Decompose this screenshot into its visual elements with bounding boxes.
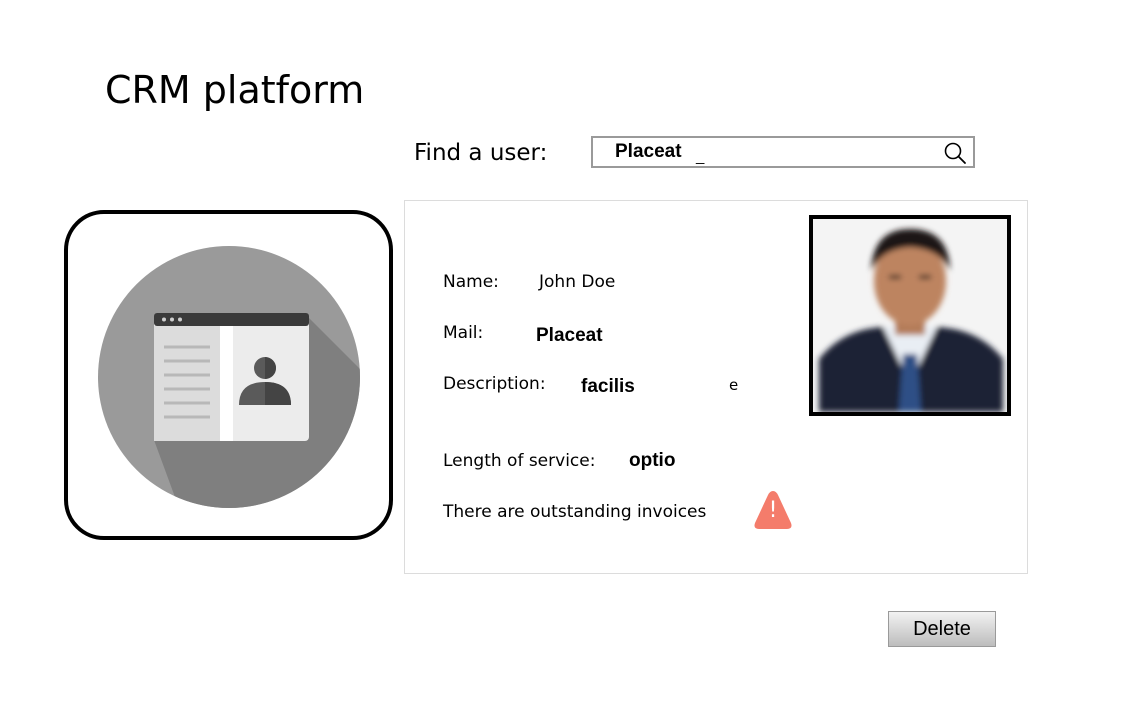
warning-glyph: ! (768, 498, 778, 523)
delete-button[interactable]: Delete (888, 611, 996, 647)
search-icon[interactable] (943, 141, 967, 165)
mail-label: Mail: (443, 323, 484, 343)
service-value: optio (629, 450, 676, 471)
service-label: Length of service: (443, 451, 596, 471)
name-label: Name: (443, 272, 499, 292)
contact-card-icon (98, 246, 360, 508)
search-value: Placeat (615, 141, 682, 162)
name-value: John Doe (539, 272, 616, 292)
user-profile-card: Name: John Doe Mail: Placeat Description… (404, 200, 1028, 574)
invoice-notice: There are outstanding invoices (443, 502, 707, 522)
description-trailing-text: e (729, 376, 739, 394)
description-value: facilis (581, 376, 635, 397)
app-icon-frame (64, 210, 393, 540)
user-photo (809, 215, 1011, 416)
text-cursor: _ (696, 148, 705, 165)
user-search-input[interactable]: Placeat _ (591, 136, 975, 168)
description-label: Description: (443, 374, 546, 394)
app-title: CRM platform (105, 68, 365, 112)
user-photo-image (813, 219, 1007, 412)
warning-icon: ! (753, 489, 793, 533)
mail-value: Placeat (536, 325, 603, 346)
find-user-label: Find a user: (414, 140, 548, 166)
